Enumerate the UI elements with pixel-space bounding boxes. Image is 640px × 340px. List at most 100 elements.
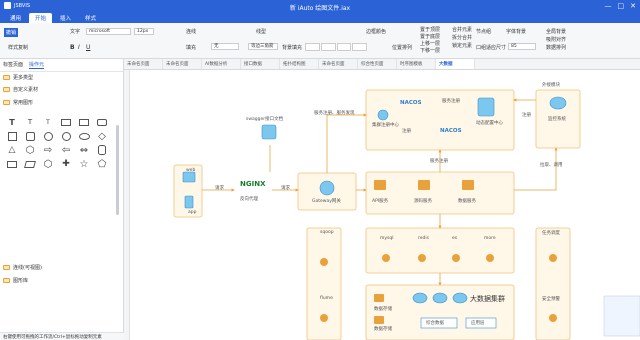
bold-icon[interactable]: B (70, 44, 75, 51)
hexagon-shape[interactable]: ⬡ (21, 143, 39, 157)
arrow-right-shape[interactable]: ⇨ (39, 143, 57, 157)
menu-tab-start[interactable]: 开始 (29, 13, 53, 23)
triangle-shape[interactable]: △ (3, 143, 21, 157)
canvas-tab[interactable]: 拓扑结构图 (280, 59, 319, 69)
swagger-label: swagger接口文档 (246, 117, 284, 122)
status-hint: 右键使用可拖拽的工作流/Ctrl+鼠标拖动复制元素 (0, 332, 124, 340)
shape-gallery: T T T ◇ △ ⬡ ⇨ ⇦ ⇔ ⬡ ✚ ☆ ⬠ (3, 115, 111, 171)
rounded-rect-shape[interactable] (93, 115, 111, 129)
rect-shape[interactable] (75, 115, 93, 129)
sidebar-item-common[interactable]: 常用图形 (3, 99, 33, 106)
sidebar-item-custom[interactable]: 自定义素材 (3, 86, 38, 93)
star-shape[interactable]: ☆ (75, 157, 93, 171)
minimize-button[interactable]: — (605, 2, 612, 10)
cylinder-shape[interactable] (93, 143, 111, 157)
style-preset-4[interactable] (352, 43, 367, 51)
canvas-tab[interactable]: 未命名页面 (319, 59, 358, 69)
align-toggle[interactable]: 数据排列 (546, 44, 566, 51)
arrow-left-shape[interactable]: ⇦ (57, 143, 75, 157)
flume-label: flume (320, 296, 333, 301)
monitor-label: 监控系统 (548, 117, 566, 122)
sidebar-item-lib2[interactable]: 图形库 (3, 277, 28, 284)
circle-shape[interactable] (39, 129, 57, 143)
bring-to-front[interactable]: 置于顶层 (420, 26, 440, 33)
canvas-tab[interactable]: 综合性页面 (358, 59, 397, 69)
menu-tab-style[interactable]: 样式 (79, 13, 102, 23)
italic-icon[interactable]: I (78, 44, 80, 51)
snap-toggle[interactable]: 吸附对齐 (546, 36, 566, 43)
move-up[interactable]: 上移一层 (420, 40, 440, 47)
undo-button[interactable]: 撤销 (4, 28, 19, 37)
sidebar-tab-pages[interactable]: 标签页面 (3, 61, 23, 69)
text-shape[interactable]: T (39, 115, 57, 129)
sidebar-tab-elements[interactable]: 操作元 (29, 61, 45, 69)
service-reg-label-2: 服务注册 (430, 159, 448, 164)
alert-label: 安全预警 (542, 297, 560, 302)
position-label[interactable]: 位置排列 (392, 44, 412, 51)
font-size-select[interactable]: 12px (134, 28, 154, 35)
format-painter-button[interactable]: 样式复制 (8, 44, 28, 51)
nginx-logo: NGINX (240, 180, 266, 188)
canvas-tab[interactable]: 接口数据 (241, 59, 280, 69)
lock-button[interactable]: 锁定元素 (452, 42, 472, 49)
sidebar-item-label: 图形库 (13, 278, 29, 284)
sidebar-item-label: 常用图形 (13, 100, 34, 106)
card-shape[interactable] (3, 157, 21, 171)
style-presets (305, 43, 367, 51)
merge-button[interactable]: 合并元素 (452, 26, 472, 33)
ellipse-shape[interactable] (75, 129, 93, 143)
style-preset-1[interactable] (305, 43, 320, 51)
double-arrow-shape[interactable]: ⇔ (75, 143, 93, 157)
api-service-label: API服务 (372, 199, 389, 204)
size-select[interactable]: 85 (508, 43, 536, 50)
line-color-label[interactable]: 边框颜色 (366, 28, 386, 35)
send-to-back[interactable]: 置于底层 (420, 33, 440, 40)
sidebar-scrollbar[interactable] (116, 125, 119, 215)
style-preset-2[interactable] (320, 43, 336, 51)
arrow-select[interactable]: 等边三角箭 (248, 43, 278, 50)
background-fill-label[interactable]: 背景填充 (282, 44, 302, 51)
more-label: more (484, 236, 496, 241)
font-select[interactable]: microsoft (86, 28, 131, 35)
rounded-square-shape[interactable] (21, 129, 39, 143)
node-group[interactable]: 节点组 (476, 28, 491, 35)
menu-tab-insert[interactable]: 插入 (54, 13, 77, 23)
font-bg-label[interactable]: 字体背景 (506, 28, 526, 35)
close-button[interactable]: ✕ (630, 2, 636, 10)
circle-shape[interactable] (57, 129, 75, 143)
fit-size-label[interactable]: 口组适应尺寸 (476, 44, 506, 51)
sidebar: 标签页面 操作元 更多类型 自定义素材 常用图形 T T T ◇ △ ⬡ ⇨ ⇦… (0, 59, 124, 340)
canvas-tab[interactable]: 未命名页面 (124, 59, 163, 69)
canvas-tab[interactable]: 未命名页面 (163, 59, 202, 69)
sidebar-item-label: 连线(可视图) (13, 265, 42, 271)
mysql-label: mysql (380, 236, 394, 241)
global-bg-toggle[interactable]: 全局背景 (546, 28, 566, 35)
rect-shape[interactable] (57, 115, 75, 129)
cross-shape[interactable]: ✚ (57, 157, 75, 171)
canvas[interactable]: web app 请求 请求 NGINX 反向代理 swagger接口文档 Gat… (124, 70, 640, 340)
parallelogram-shape[interactable] (21, 157, 39, 171)
folder-icon (3, 87, 10, 92)
pentagon-shape[interactable]: ⬠ (93, 157, 111, 171)
square-shape[interactable] (3, 129, 21, 143)
gateway-label: Gateway网关 (312, 199, 341, 204)
diamond-shape[interactable]: ◇ (93, 129, 111, 143)
folder-icon (3, 265, 10, 270)
fill-select[interactable]: 无 (211, 43, 239, 50)
split-button[interactable]: 拆分合并 (452, 34, 472, 41)
maximize-button[interactable]: □ (618, 2, 625, 10)
text-shape[interactable]: T (21, 115, 39, 129)
canvas-tab-active[interactable]: 大数据 (436, 59, 475, 69)
sidebar-item-more[interactable]: 更多类型 (3, 74, 33, 81)
text-shape[interactable]: T (3, 115, 21, 129)
hexagon-shape[interactable]: ⬡ (39, 157, 57, 171)
register-label: 注册 (402, 129, 411, 134)
canvas-tab[interactable]: AI数据分析 (202, 59, 241, 69)
underline-icon[interactable]: U (86, 44, 90, 51)
sidebar-item-lib1[interactable]: 连线(可视图) (3, 264, 42, 271)
move-down[interactable]: 下移一层 (420, 47, 440, 54)
style-preset-3[interactable] (336, 43, 352, 51)
canvas-tab[interactable]: 时序图模板 (397, 59, 436, 69)
menu-tab-general[interactable]: 通用 (4, 13, 27, 23)
pull-label: 拉取、调用 (540, 163, 563, 168)
